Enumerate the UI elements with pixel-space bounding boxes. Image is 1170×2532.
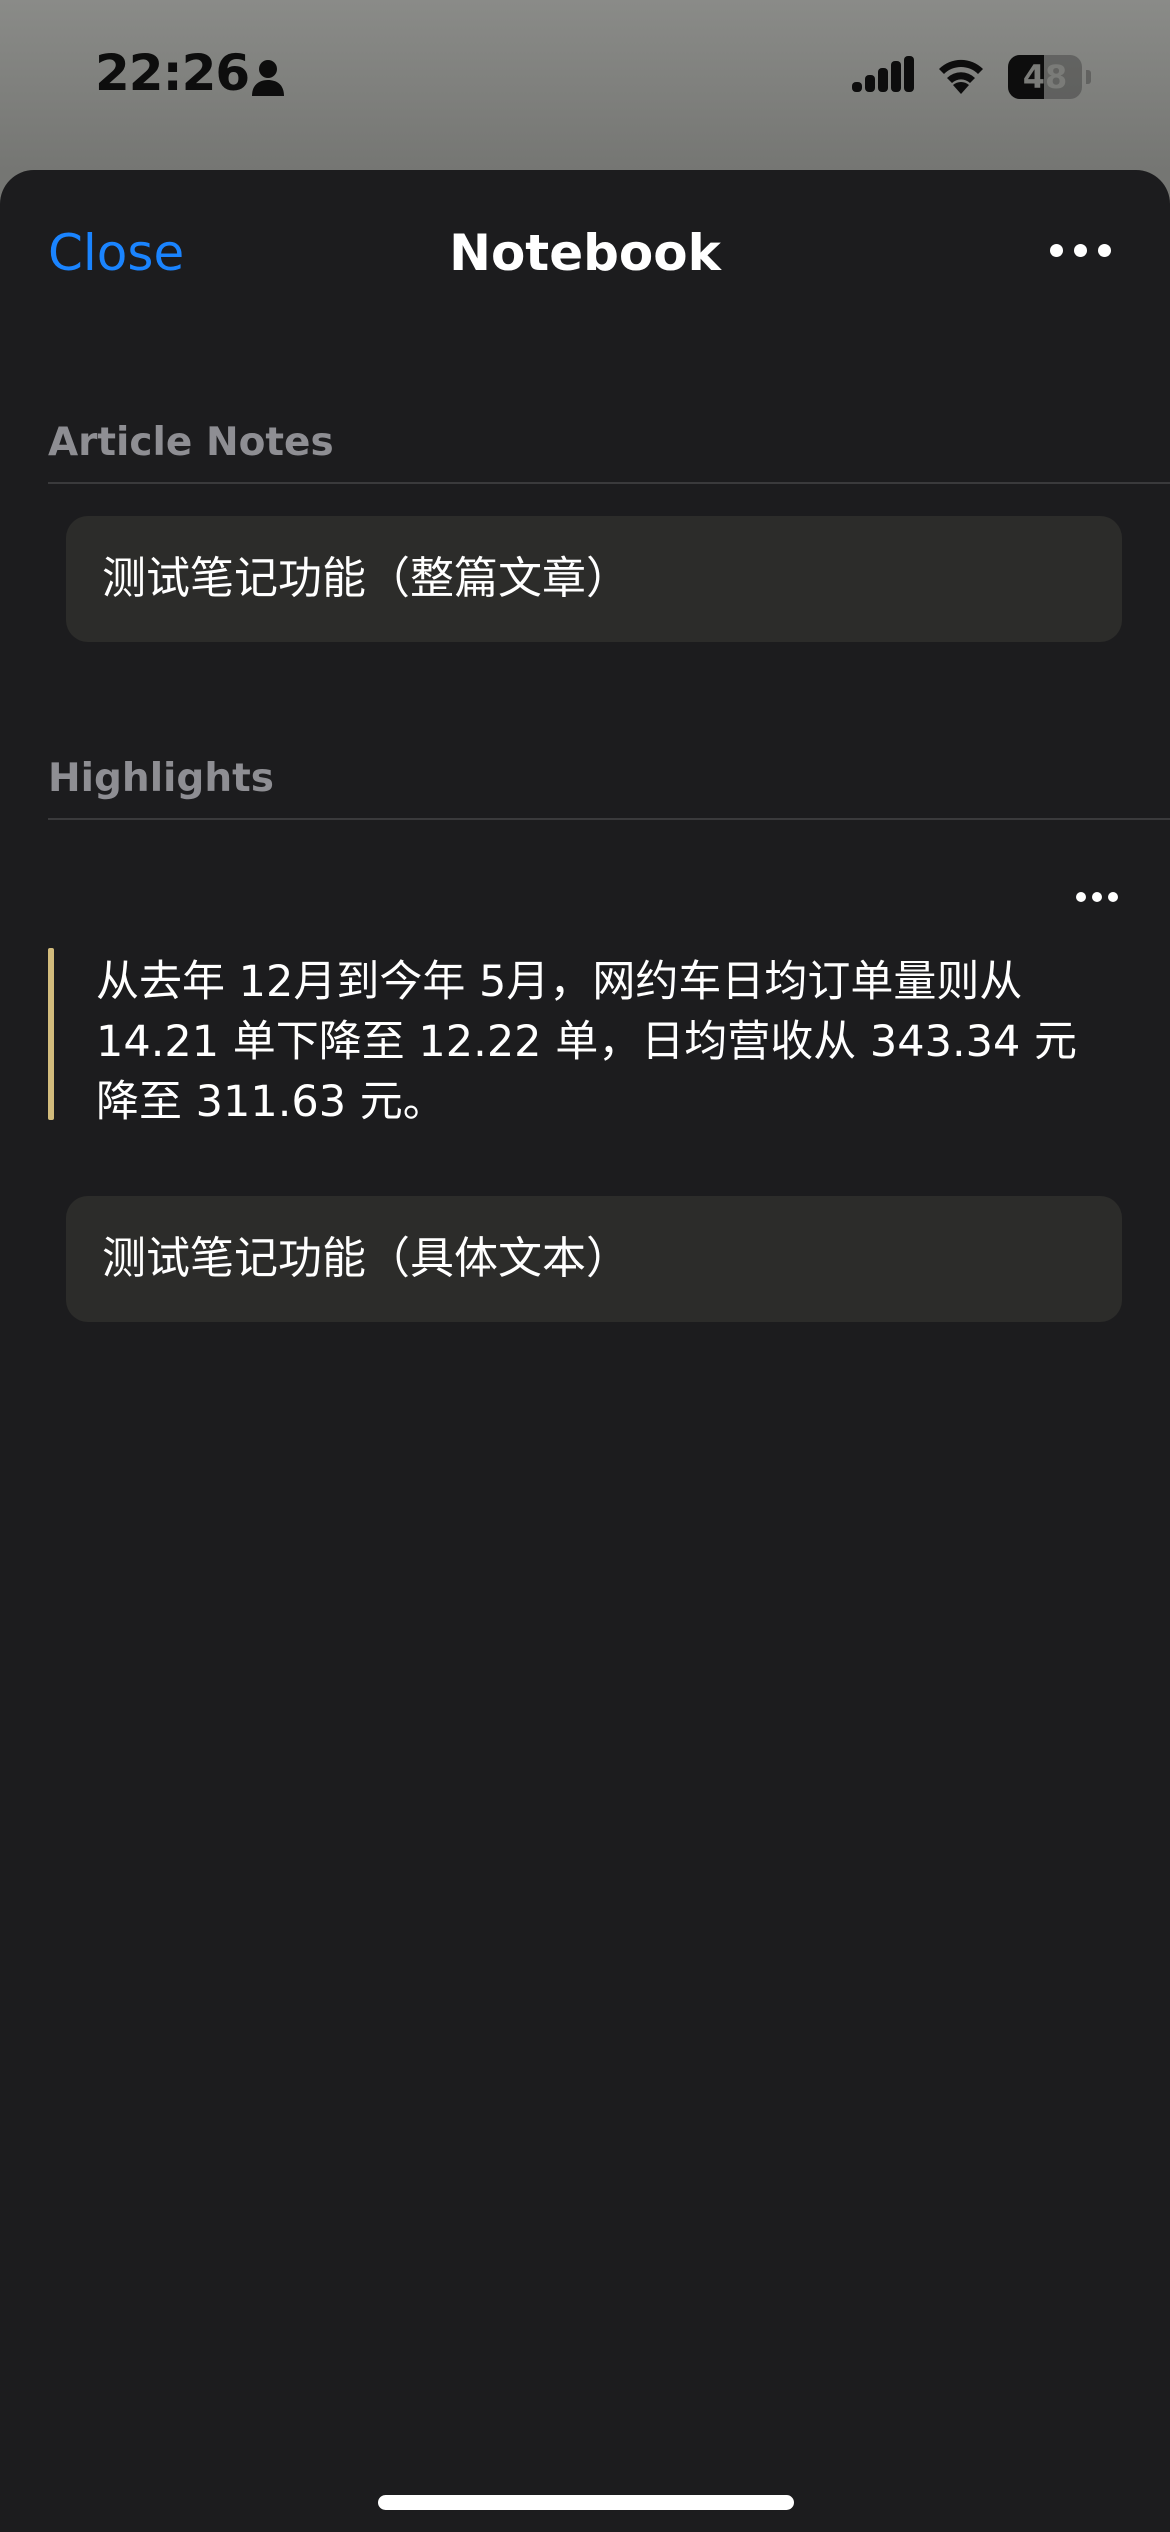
notebook-sheet: Notebook Close Article Notes 测试笔记功能（整篇文章… [0,170,1170,2532]
battery-body: 48 [1008,55,1082,99]
battery-level: 48 [1022,58,1068,96]
article-note-card[interactable]: 测试笔记功能（整篇文章） [66,516,1122,642]
highlights-header: Highlights [48,756,274,801]
highlight-quote[interactable]: 从去年 12月到今年 5月，网约车日均订单量则从 14.21 单下降至 12.2… [96,952,1106,1132]
highlight-options-button[interactable] [1076,892,1120,906]
article-notes-header: Article Notes [48,420,334,465]
status-bar: 22:26 48 [0,0,1170,160]
more-options-button[interactable] [1050,244,1120,266]
cellular-signal-icon [852,56,914,92]
highlight-note-card[interactable]: 测试笔记功能（具体文本） [66,1196,1122,1322]
ellipsis-icon [1050,244,1120,257]
status-time: 22:26 [95,44,250,102]
battery-icon: 48 [1008,55,1092,99]
section-divider [48,482,1170,484]
screen: 22:26 48 Notebook Close Article Notes 测试… [0,0,1170,2532]
battery-tip [1086,70,1091,84]
wifi-icon [939,59,983,94]
person-icon [252,60,284,96]
highlight-color-bar [48,948,54,1120]
ellipsis-icon [1076,892,1120,902]
close-button[interactable]: Close [48,224,184,282]
home-indicator[interactable] [378,2495,794,2510]
section-divider [48,818,1170,820]
